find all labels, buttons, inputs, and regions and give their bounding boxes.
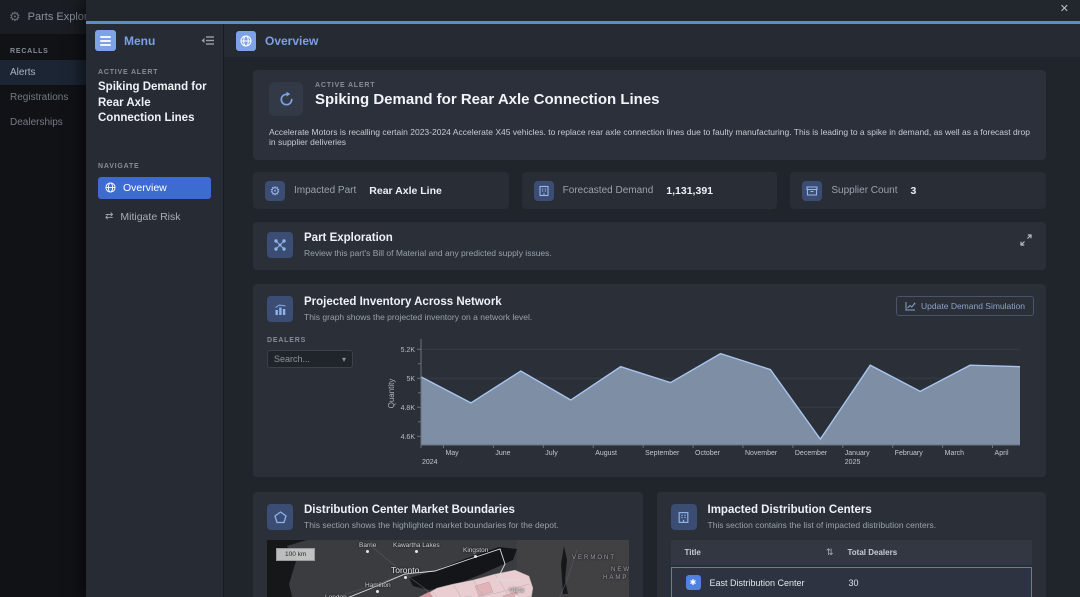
update-demand-simulation-button[interactable]: Update Demand Simulation — [896, 296, 1034, 316]
alert-detail-modal: ✕ Menu ACTIVE ALERT Spiking Demand for R… — [86, 0, 1080, 597]
hamburger-menu-icon[interactable] — [95, 30, 116, 51]
svg-text:June: June — [495, 450, 510, 457]
svg-text:October: October — [695, 450, 721, 457]
map-label-kawartha-lakes: Kawartha Lakes — [393, 542, 440, 553]
svg-text:March: March — [945, 450, 965, 457]
map-scale: 100 km — [276, 548, 315, 561]
centers-table-header: Title ⇅ Total Dealers — [671, 540, 1033, 565]
chevron-down-icon: ▾ — [342, 355, 346, 364]
svg-text:November: November — [745, 450, 778, 457]
nav-item-mitigate-risk[interactable]: ⇄ Mitigate Risk — [98, 206, 211, 228]
settings-gear-icon[interactable]: ⚙ — [9, 9, 21, 25]
centers-title: Impacted Distribution Centers — [708, 504, 937, 516]
svg-text:August: August — [595, 450, 617, 457]
menu-active-alert-title: Spiking Demand for Rear Axle Connection … — [98, 80, 211, 127]
app-titlebar: ⚙ Parts Explorer — [0, 0, 86, 34]
map-subtitle: This section shows the highlighted marke… — [304, 520, 559, 530]
app-sidebar: ⚙ Parts Explorer RECALLS Alerts Registra… — [0, 0, 86, 597]
simulation-chart-icon — [905, 301, 916, 311]
inventory-area-chart: 5.2K 5K 4.8K 4.6K May June July August September… — [385, 334, 1032, 471]
supplier-crate-icon — [802, 181, 822, 201]
molecule-icon — [267, 232, 293, 258]
overview-globe-icon — [236, 31, 256, 51]
table-row-east[interactable]: ✱ East Distribution Center 30 — [671, 567, 1033, 597]
dealers-label: DEALERS — [267, 337, 385, 344]
globe-icon — [105, 182, 116, 193]
map-label-hampshire: HAMPSHIRE — [603, 575, 629, 581]
menu-panel: Menu ACTIVE ALERT Spiking Demand for Rea… — [86, 24, 224, 597]
stat-forecasted-demand: Forecasted Demand 1,131,391 — [522, 172, 778, 209]
svg-text:4.6K: 4.6K — [401, 434, 416, 441]
bar-chart-icon — [267, 296, 293, 322]
building-icon — [534, 181, 554, 201]
gear-icon: ⚙ — [265, 181, 285, 201]
svg-text:April: April — [995, 450, 1009, 457]
svg-text:2025: 2025 — [845, 459, 861, 466]
dealers-search-select[interactable]: Search... ▾ — [267, 350, 353, 368]
part-exploration-card[interactable]: Part Exploration Review this part's Bill… — [253, 222, 1046, 270]
sidebar-section-recalls: RECALLS — [0, 48, 86, 55]
centers-table: Title ⇅ Total Dealers ✱ East Distributio… — [671, 540, 1033, 597]
column-title: Title — [685, 548, 701, 557]
app-title: Parts Explorer — [28, 11, 86, 23]
centers-subtitle: This section contains the list of impact… — [708, 520, 937, 530]
mitigate-risk-icon: ⇄ — [105, 211, 113, 222]
svg-text:2024: 2024 — [422, 459, 438, 466]
market-boundaries-card: Distribution Center Market Boundaries Th… — [253, 492, 643, 597]
sidebar-item-dealerships[interactable]: Dealerships — [0, 110, 86, 135]
stat-supplier-count: Supplier Count 3 — [790, 172, 1046, 209]
map-label-vermont: VERMONT — [572, 555, 616, 561]
sort-icon[interactable]: ⇅ — [826, 547, 834, 558]
modal-titlebar: ✕ — [86, 0, 1080, 21]
map-label-toronto: Toronto — [391, 565, 419, 579]
impacted-centers-card: Impacted Distribution Centers This secti… — [657, 492, 1047, 597]
refresh-alert-icon — [269, 82, 303, 116]
nav-item-overview[interactable]: Overview — [98, 177, 211, 199]
part-exploration-subtitle: Review this part's Bill of Material and … — [304, 248, 552, 258]
sidebar-item-registrations[interactable]: Registrations — [0, 85, 86, 110]
column-total-dealers: Total Dealers — [848, 548, 898, 557]
alert-label: ACTIVE ALERT — [315, 82, 660, 89]
polygon-boundary-icon — [267, 504, 293, 530]
svg-text:February: February — [895, 450, 924, 457]
map-label-kingston: Kingston — [463, 547, 488, 558]
expand-icon[interactable] — [1020, 234, 1032, 246]
inventory-subtitle: This graph shows the projected inventory… — [304, 312, 532, 322]
menu-active-alert-label: ACTIVE ALERT — [98, 69, 211, 76]
map-title: Distribution Center Market Boundaries — [304, 504, 559, 516]
map-label-utica: Utica — [509, 587, 524, 597]
inventory-title: Projected Inventory Across Network — [304, 296, 532, 308]
alert-title: Spiking Demand for Rear Axle Connection … — [315, 91, 660, 108]
svg-text:December: December — [795, 450, 828, 457]
svg-text:5.2K: 5.2K — [401, 347, 416, 354]
svg-text:July: July — [545, 450, 558, 457]
projected-inventory-card: Projected Inventory Across Network This … — [253, 284, 1046, 477]
svg-text:January: January — [845, 450, 870, 457]
stat-impacted-part: ⚙ Impacted Part Rear Axle Line — [253, 172, 509, 209]
menu-navigate-label: NAVIGATE — [98, 163, 211, 170]
map-label-hamilton: Hamilton — [365, 582, 391, 593]
collapse-menu-icon[interactable] — [201, 35, 214, 46]
svg-text:5K: 5K — [406, 376, 415, 383]
market-boundaries-map[interactable]: 100 km Barrie Kawartha Lakes Kingston Toron… — [267, 540, 629, 597]
svg-text:4.8K: 4.8K — [401, 405, 416, 412]
page-title: Overview — [265, 34, 318, 48]
alert-description: Accelerate Motors is recalling certain 2… — [269, 127, 1030, 147]
content-header: Overview — [224, 24, 1080, 57]
building-icon — [671, 504, 697, 530]
center-gear-icon: ✱ — [686, 575, 701, 590]
menu-title: Menu — [124, 34, 155, 48]
part-exploration-title: Part Exploration — [304, 232, 552, 244]
map-label-barrie: Barrie — [359, 542, 376, 553]
svg-text:May: May — [445, 450, 459, 457]
active-alert-card: ACTIVE ALERT Spiking Demand for Rear Axl… — [253, 70, 1046, 160]
svg-text:September: September — [645, 450, 680, 457]
sidebar-item-alerts[interactable]: Alerts — [0, 60, 86, 85]
map-label-new: NEW — [611, 567, 629, 573]
content-scroll[interactable]: ACTIVE ALERT Spiking Demand for Rear Axl… — [224, 57, 1080, 597]
svg-text:Quantity: Quantity — [387, 379, 396, 409]
close-icon[interactable]: ✕ — [1060, 4, 1069, 15]
